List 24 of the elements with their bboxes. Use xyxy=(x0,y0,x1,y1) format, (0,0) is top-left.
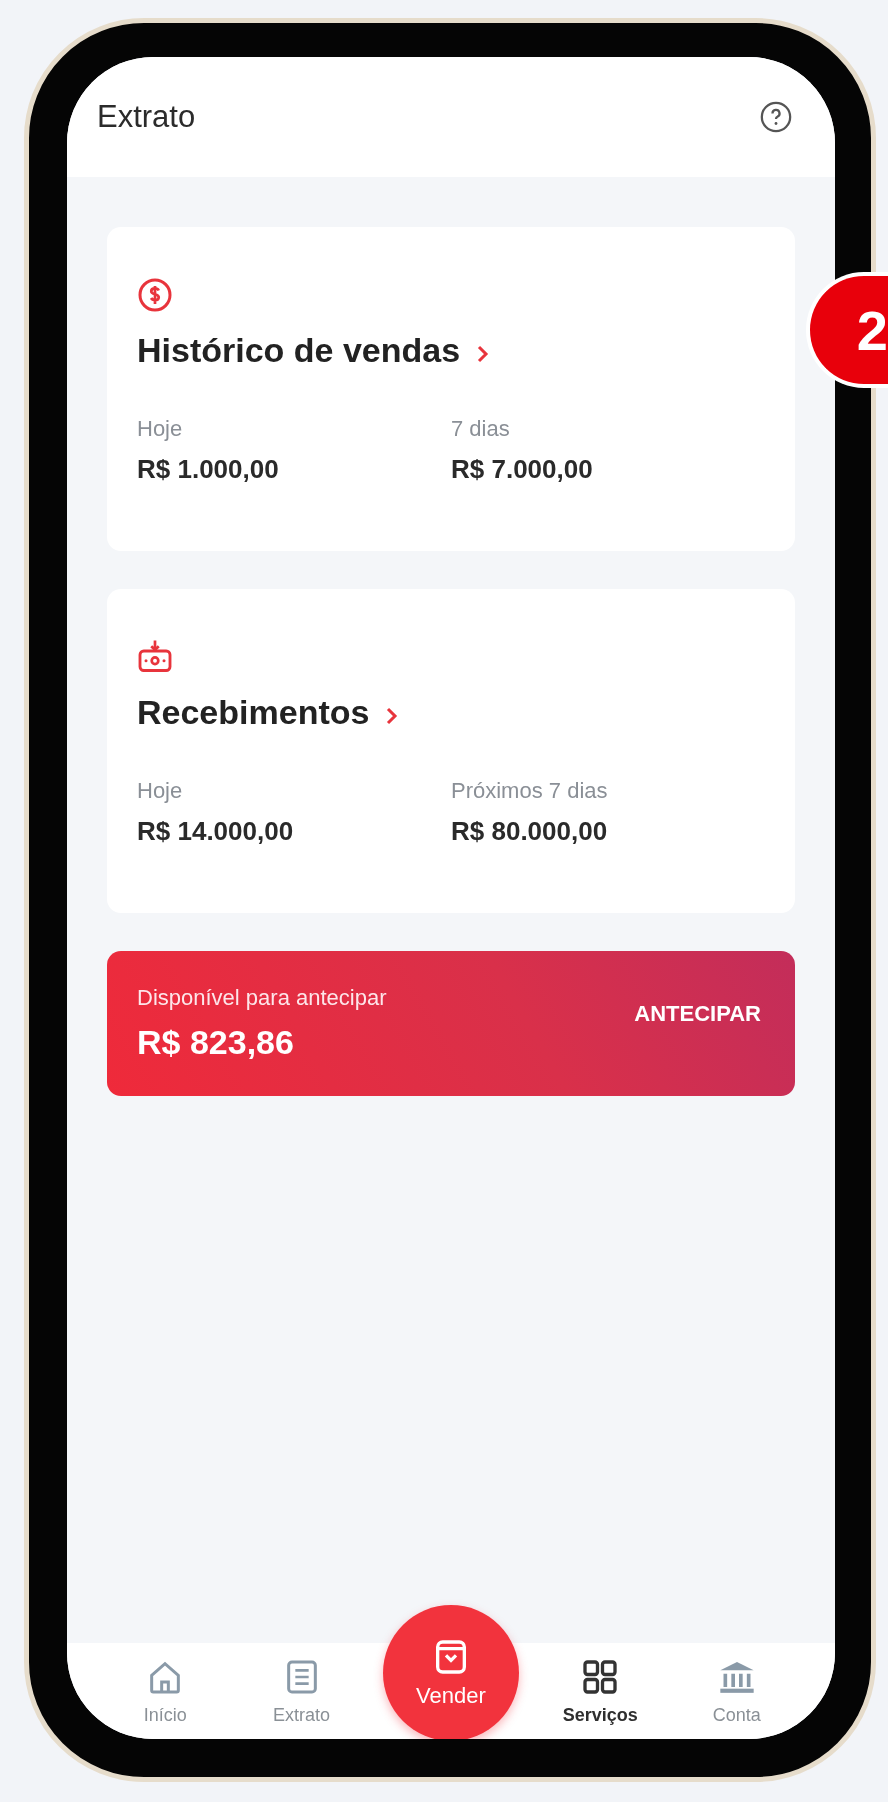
nav-tab[interactable]: Conta xyxy=(681,1656,792,1726)
stat-value: R$ 80.000,00 xyxy=(451,816,609,847)
available-label: Disponível para antecipar xyxy=(137,985,387,1011)
nav-tab[interactable]: Início xyxy=(110,1656,221,1726)
nav-tab[interactable]: Serviços xyxy=(545,1656,656,1726)
screen-title: Extrato xyxy=(97,99,196,135)
stat-label: Próximos 7 dias xyxy=(451,778,609,804)
stat-label: Hoje xyxy=(137,416,184,442)
cash-download-icon xyxy=(137,639,173,675)
card-title-link[interactable]: Histórico de vendas xyxy=(137,331,491,370)
stat-value: R$ 14.000,00 xyxy=(137,816,295,847)
dollar-coin-icon xyxy=(137,277,173,313)
chevron-right-icon xyxy=(385,705,400,726)
help-icon xyxy=(759,100,793,134)
nav-tab[interactable]: Extrato xyxy=(246,1656,357,1726)
stat-label: Hoje xyxy=(137,778,184,804)
card-title-link[interactable]: Recebimentos xyxy=(137,693,400,732)
stat-value: R$ 1.000,00 xyxy=(137,454,280,485)
sell-button[interactable]: Vender xyxy=(382,1605,519,1739)
advance-button[interactable]: ANTECIPAR xyxy=(630,994,765,1033)
stat-label: 7 dias xyxy=(451,416,511,442)
available-amount: R$ 823,86 xyxy=(137,1023,295,1062)
stat-value: R$ 7.000,00 xyxy=(451,454,594,485)
chevron-right-icon xyxy=(476,343,491,364)
